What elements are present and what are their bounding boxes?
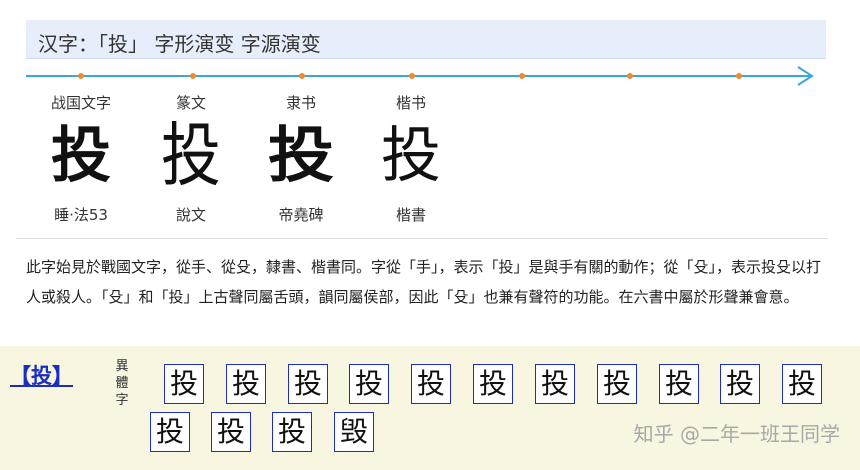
title-bar: 汉字：「投」 字形演变 字源演变 bbox=[26, 20, 826, 59]
timeline-dot bbox=[299, 73, 305, 79]
stage-label-regular: 楷书 bbox=[395, 94, 426, 112]
stage-label-clerical: 隶书 bbox=[285, 94, 316, 112]
variant-char[interactable]: 投 bbox=[473, 364, 513, 404]
source-label-regular: 楷書 bbox=[395, 206, 426, 224]
variant-char[interactable]: 投 bbox=[211, 412, 251, 452]
variant-char[interactable]: 投 bbox=[272, 412, 312, 452]
variant-char[interactable]: 毁 bbox=[334, 412, 374, 452]
variant-char[interactable]: 投 bbox=[164, 364, 204, 404]
timeline-dot bbox=[519, 73, 525, 79]
variant-char[interactable]: 投 bbox=[782, 364, 822, 404]
watermark: 知乎 @二年一班王同学 bbox=[633, 422, 840, 446]
glyph-warring: 投 bbox=[51, 121, 111, 191]
stage-label-warring: 战国文字 bbox=[50, 94, 111, 112]
variant-label: 異體字 bbox=[115, 359, 129, 408]
variant-char[interactable]: 投 bbox=[288, 364, 328, 404]
timeline-dot bbox=[409, 73, 415, 79]
timeline-dot bbox=[78, 73, 84, 79]
timeline-dot bbox=[190, 73, 196, 79]
description-text: 此字始見於戰國文字，從手、從殳，隸書、楷書同。字從「手」，表示「投」是與手有關的… bbox=[26, 258, 822, 306]
glyph-clerical: 投 bbox=[268, 121, 334, 191]
glyph-seal: 投 bbox=[161, 115, 221, 197]
variant-char[interactable]: 投 bbox=[720, 364, 760, 404]
variant-char[interactable]: 投 bbox=[597, 364, 637, 404]
divider bbox=[16, 238, 828, 239]
variant-char[interactable]: 投 bbox=[411, 364, 451, 404]
character-evolution-panel: 汉字：「投」 字形演变 字源演变 战国文字 篆文 隶书 楷书 投 投 投 投 睡… bbox=[8, 8, 848, 338]
variant-char[interactable]: 投 bbox=[226, 364, 266, 404]
glyph-regular: 投 bbox=[381, 121, 441, 191]
character-link[interactable]: 【投】 bbox=[10, 360, 73, 390]
variant-panel: 【投】 異體字 投 投 投 投 投 投 投 投 投 投 投 投 投 投 毁 知乎… bbox=[0, 346, 860, 470]
source-label-warring: 睡·法53 bbox=[54, 206, 108, 224]
glyph-row: 投 投 投 投 bbox=[26, 116, 826, 202]
timeline-dot bbox=[736, 73, 742, 79]
page-title: 汉字：「投」 字形演变 字源演变 bbox=[38, 32, 321, 56]
variant-char[interactable]: 投 bbox=[150, 412, 190, 452]
variant-char[interactable]: 投 bbox=[659, 364, 699, 404]
timeline-dot bbox=[627, 73, 633, 79]
timeline-arrow bbox=[26, 66, 814, 86]
variant-char[interactable]: 投 bbox=[535, 364, 575, 404]
source-label-clerical: 帝堯碑 bbox=[278, 206, 324, 224]
variant-char[interactable]: 投 bbox=[349, 364, 389, 404]
source-labels: 睡·法53 說文 帝堯碑 楷書 bbox=[26, 204, 826, 228]
source-label-seal: 說文 bbox=[175, 206, 206, 224]
